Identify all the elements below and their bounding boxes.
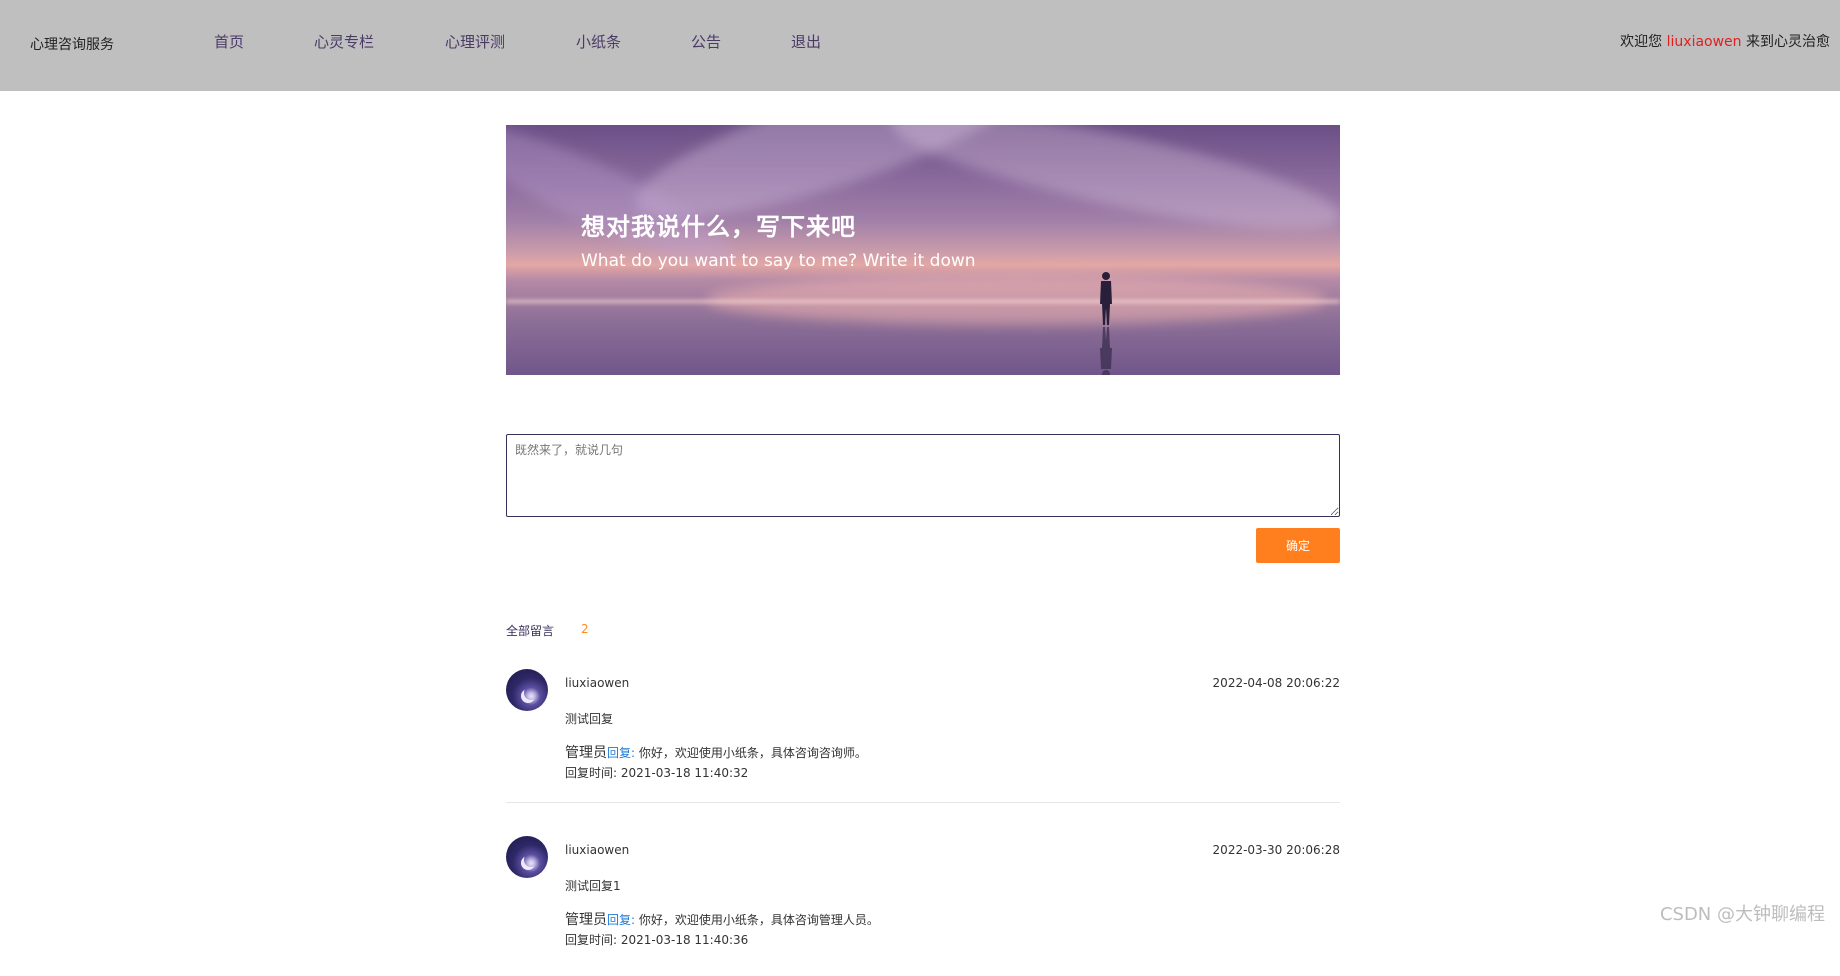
reply-author: 管理员	[565, 745, 607, 761]
reply-author: 管理员	[565, 912, 607, 928]
comments-count: 2	[581, 622, 589, 636]
comment-content: 测试回复	[565, 710, 613, 727]
nav-logout[interactable]: 退出	[791, 31, 821, 52]
message-textarea[interactable]	[506, 434, 1340, 517]
comment-time: 2022-03-30 20:06:28	[1213, 843, 1340, 857]
comment-author: liuxiaowen	[565, 843, 629, 857]
nav-home[interactable]: 首页	[214, 31, 244, 52]
reply-time-label: 回复时间:	[565, 933, 621, 947]
reply-link[interactable]: 回复:	[607, 746, 635, 760]
moon-icon	[524, 686, 538, 700]
comment-item: liuxiaowen 2022-03-30 20:06:28 测试回复1 管理员…	[506, 836, 1340, 976]
reply-time-label: 回复时间:	[565, 766, 621, 780]
top-header: 心理咨询服务 首页 心灵专栏 心理评测 小纸条 公告 退出 欢迎您 liuxia…	[0, 0, 1840, 91]
banner-subtitle: What do you want to say to me? Write it …	[581, 251, 976, 271]
reply-time: 回复时间: 2021-03-18 11:40:32	[565, 764, 748, 781]
comment-author: liuxiaowen	[565, 676, 629, 690]
welcome-message: 欢迎您 liuxiaowen 来到心灵治愈	[1620, 31, 1830, 51]
comment-divider	[506, 802, 1340, 803]
hero-banner: 想对我说什么，写下来吧 What do you want to say to m…	[506, 125, 1340, 375]
reply-time: 回复时间: 2021-03-18 11:40:36	[565, 931, 748, 948]
welcome-username: liuxiaowen	[1667, 34, 1742, 50]
submit-button[interactable]: 确定	[1256, 528, 1340, 563]
nav-notes[interactable]: 小纸条	[576, 31, 621, 52]
csdn-watermark: CSDN @大钟聊编程	[1660, 900, 1825, 926]
banner-horizon	[506, 300, 1340, 303]
reply-text: 你好，欢迎使用小纸条，具体咨询管理人员。	[635, 913, 879, 927]
comments-header: 全部留言	[506, 622, 554, 639]
person-silhouette-icon	[1094, 270, 1118, 375]
reply-time-value: 2021-03-18 11:40:32	[621, 766, 748, 780]
banner-title: 想对我说什么，写下来吧	[581, 207, 856, 242]
comment-content: 测试回复1	[565, 877, 621, 894]
reply-time-value: 2021-03-18 11:40:36	[621, 933, 748, 947]
banner-cloud	[884, 125, 1340, 252]
nav-announcement[interactable]: 公告	[691, 31, 721, 52]
comment-item: liuxiaowen 2022-04-08 20:06:22 测试回复 管理员回…	[506, 669, 1340, 809]
site-brand[interactable]: 心理咨询服务	[30, 34, 114, 54]
reply-link[interactable]: 回复:	[607, 913, 635, 927]
admin-reply: 管理员回复: 你好，欢迎使用小纸条，具体咨询咨询师。	[565, 742, 867, 762]
moon-icon	[524, 853, 538, 867]
nav-assessment[interactable]: 心理评测	[445, 31, 505, 52]
admin-reply: 管理员回复: 你好，欢迎使用小纸条，具体咨询管理人员。	[565, 909, 879, 929]
welcome-prefix: 欢迎您	[1620, 34, 1662, 50]
reply-text: 你好，欢迎使用小纸条，具体咨询咨询师。	[635, 746, 867, 760]
comment-time: 2022-04-08 20:06:22	[1213, 676, 1340, 690]
nav-column[interactable]: 心灵专栏	[314, 31, 374, 52]
avatar	[506, 836, 548, 878]
welcome-suffix: 来到心灵治愈	[1746, 34, 1830, 50]
avatar	[506, 669, 548, 711]
